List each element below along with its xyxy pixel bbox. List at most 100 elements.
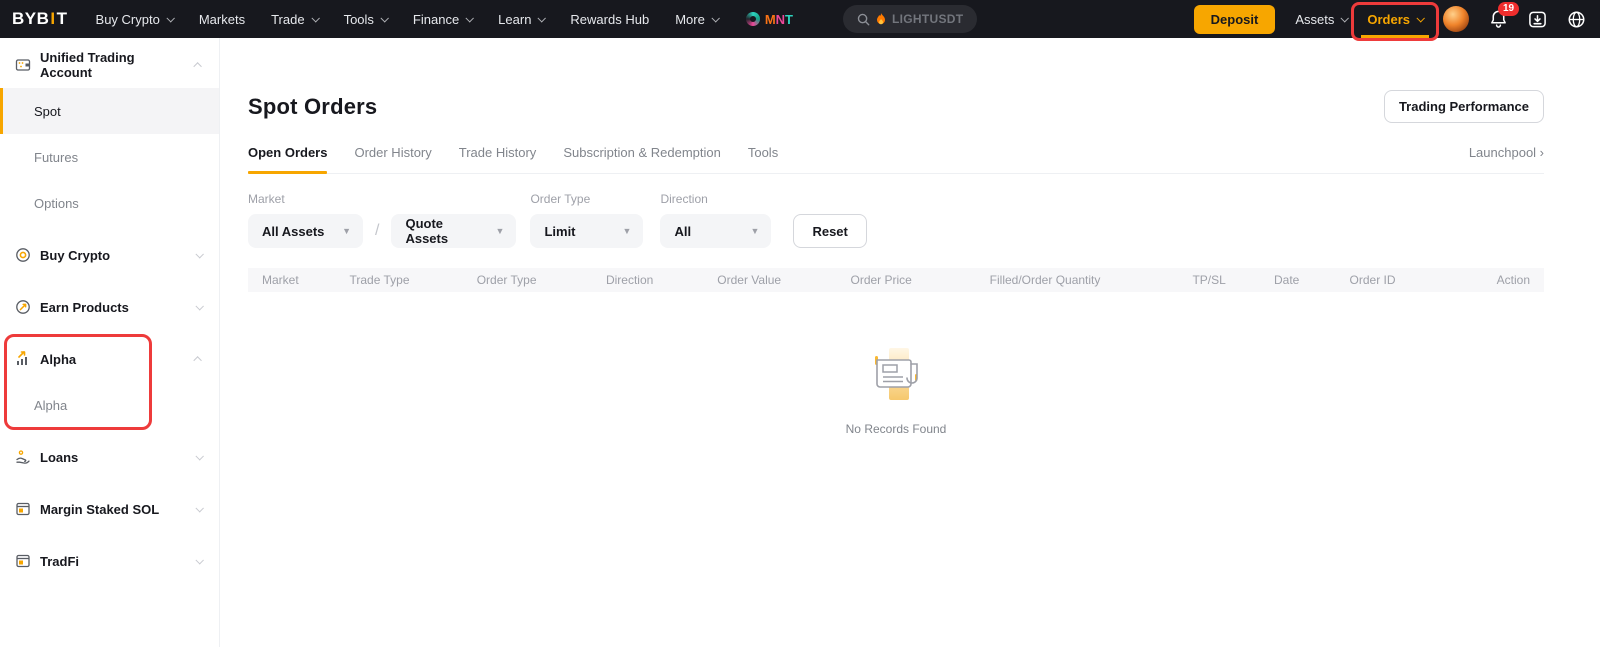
tab-open-orders[interactable]: Open Orders	[248, 145, 327, 173]
loans-hand-icon	[15, 449, 31, 465]
nav-finance[interactable]: Finance	[413, 0, 472, 38]
main-content: Spot Orders Trading Performance Open Ord…	[220, 38, 1600, 647]
sidebar-item-futures[interactable]: Futures	[0, 134, 219, 180]
col-action: Action	[1497, 273, 1530, 287]
no-records-icon	[863, 344, 929, 406]
sidebar-item-alpha-sub[interactable]: Alpha	[0, 382, 219, 428]
nav-tools[interactable]: Tools	[344, 0, 387, 38]
reset-button[interactable]: Reset	[793, 214, 866, 248]
tab-subscription-redemption[interactable]: Subscription & Redemption	[563, 145, 721, 173]
chevron-down-icon	[195, 452, 203, 460]
chevron-down-icon	[195, 302, 203, 310]
bybit-logo[interactable]: BYBIT	[12, 9, 68, 29]
account-card-icon	[15, 57, 31, 73]
chevron-down-icon	[311, 14, 319, 22]
earn-icon	[15, 299, 31, 315]
dropdown-triangle-icon: ▼	[623, 226, 632, 236]
sidebar-item-buy-crypto[interactable]: Buy Crypto	[0, 232, 219, 278]
sidebar-item-earn-products[interactable]: Earn Products	[0, 284, 219, 330]
chevron-down-icon	[1341, 14, 1349, 22]
col-order-id: Order ID	[1350, 273, 1497, 287]
col-date: Date	[1274, 273, 1350, 287]
sidebar: Unified Trading Account Spot Futures Opt…	[0, 38, 220, 647]
sidebar-item-loans[interactable]: Loans	[0, 434, 219, 480]
direction-filter-label: Direction	[660, 192, 771, 206]
col-direction: Direction	[606, 273, 717, 287]
avatar[interactable]	[1443, 6, 1469, 32]
nav-rewards-hub[interactable]: Rewards Hub	[570, 0, 649, 38]
logo-text: BYB	[12, 9, 49, 29]
tab-order-history[interactable]: Order History	[354, 145, 431, 173]
coin-icon	[15, 247, 31, 263]
tradfi-card-icon	[15, 553, 31, 569]
logo-text-2: T	[57, 9, 68, 29]
dropdown-triangle-icon: ▼	[751, 226, 760, 236]
sidebar-group-alpha: Alpha Alpha	[0, 336, 219, 428]
order-type-filter-label: Order Type	[530, 192, 643, 206]
notifications-button[interactable]: 19	[1489, 9, 1508, 29]
col-order-value: Order Value	[717, 273, 850, 287]
pair-separator: /	[375, 214, 379, 248]
sidebar-item-tradfi[interactable]: TradFi	[0, 538, 219, 584]
filters-bar: Market All Assets▼ / Quote Assets▼ Order…	[248, 192, 1544, 248]
sidebar-item-spot[interactable]: Spot	[0, 88, 219, 134]
chevron-down-icon	[195, 556, 203, 564]
notification-badge: 19	[1498, 2, 1519, 16]
chevron-down-icon	[380, 14, 388, 22]
logo-accent: I	[50, 9, 55, 29]
table-header-row: Market Trade Type Order Type Direction O…	[248, 268, 1544, 292]
launchpool-link[interactable]: Launchpool ›	[1469, 145, 1544, 173]
empty-state: No Records Found	[248, 344, 1544, 436]
chevron-down-icon	[195, 250, 203, 258]
chevron-down-icon	[195, 504, 203, 512]
market-filter-label: Market	[248, 192, 363, 206]
nav-more[interactable]: More	[675, 0, 718, 38]
search-input[interactable]: LIGHTUSDT	[843, 5, 977, 33]
tabs-bar: Open Orders Order History Trade History …	[248, 145, 1544, 174]
orders-active-underline	[1361, 35, 1429, 38]
language-button[interactable]	[1567, 10, 1586, 29]
chevron-down-icon	[538, 14, 546, 22]
chevron-up-icon	[193, 356, 201, 364]
nav-orders[interactable]: Orders	[1367, 0, 1423, 38]
trading-performance-button[interactable]: Trading Performance	[1384, 90, 1544, 123]
nav-assets[interactable]: Assets	[1295, 0, 1347, 38]
col-trade-type: Trade Type	[349, 273, 476, 287]
col-tp-sl: TP/SL	[1192, 273, 1274, 287]
sidebar-item-options[interactable]: Options	[0, 180, 219, 226]
col-filled-order-quantity: Filled/Order Quantity	[990, 273, 1193, 287]
quote-asset-select[interactable]: Quote Assets▼	[391, 214, 516, 248]
nav-mnt-token[interactable]: MNT	[746, 0, 793, 38]
deposit-button[interactable]: Deposit	[1194, 5, 1276, 34]
page-title: Spot Orders	[248, 94, 377, 120]
col-order-type: Order Type	[477, 273, 606, 287]
top-navbar: BYBIT Buy Crypto Markets Trade Tools Fin…	[0, 0, 1600, 38]
col-order-price: Order Price	[851, 273, 990, 287]
chevron-down-icon	[466, 14, 474, 22]
nav-markets[interactable]: Markets	[199, 0, 245, 38]
order-type-select[interactable]: Limit▼	[530, 214, 643, 248]
alpha-chart-icon	[15, 351, 31, 367]
dropdown-triangle-icon: ▼	[496, 226, 505, 236]
mnt-coin-icon	[746, 12, 760, 26]
chevron-up-icon	[193, 62, 201, 70]
direction-select[interactable]: All▼	[660, 214, 771, 248]
sidebar-item-alpha[interactable]: Alpha	[0, 336, 219, 382]
tab-trade-history[interactable]: Trade History	[459, 145, 537, 173]
tab-tools[interactable]: Tools	[748, 145, 778, 173]
fire-icon	[876, 13, 886, 25]
search-placeholder: LIGHTUSDT	[892, 12, 963, 26]
sidebar-item-margin-staked-sol[interactable]: Margin Staked SOL	[0, 486, 219, 532]
nav-learn[interactable]: Learn	[498, 0, 544, 38]
nav-buy-crypto[interactable]: Buy Crypto	[96, 0, 173, 38]
download-app-button[interactable]	[1528, 10, 1547, 29]
chevron-down-icon	[166, 14, 174, 22]
margin-card-icon	[15, 501, 31, 517]
base-asset-select[interactable]: All Assets▼	[248, 214, 363, 248]
empty-state-message: No Records Found	[846, 422, 947, 436]
sidebar-item-unified-trading-account[interactable]: Unified Trading Account	[0, 42, 219, 88]
nav-trade[interactable]: Trade	[271, 0, 317, 38]
chevron-down-icon	[711, 14, 719, 22]
dropdown-triangle-icon: ▼	[342, 226, 351, 236]
globe-icon	[1567, 10, 1586, 29]
